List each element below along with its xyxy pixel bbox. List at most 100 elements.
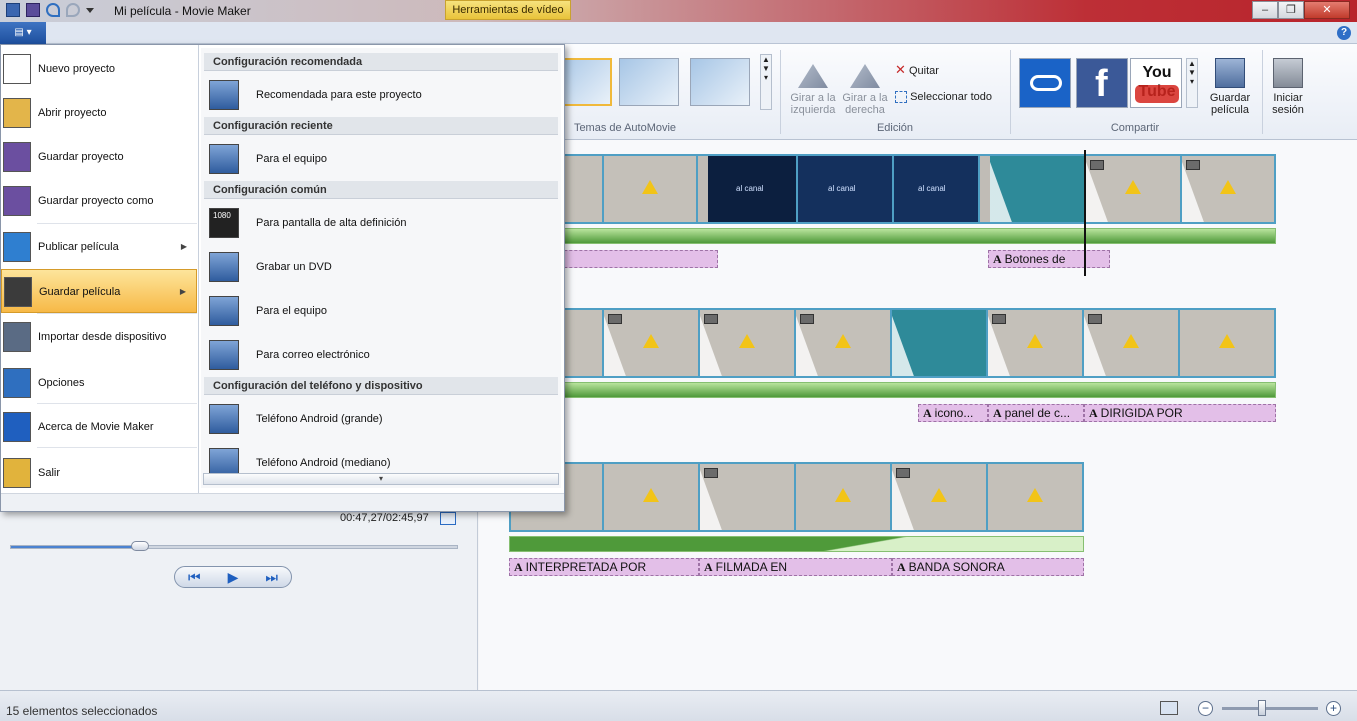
file-menu-item-guardar-proyecto[interactable]: Guardar proyecto xyxy=(1,135,197,179)
film-clip-frame[interactable]: al canal xyxy=(798,156,894,222)
file-menu-item-salir[interactable]: Salir xyxy=(1,451,197,495)
clip-frame[interactable] xyxy=(700,310,796,376)
submenu-item-label: Teléfono Android (mediano) xyxy=(256,457,391,469)
submenu-item-grabar-un-dvd[interactable]: Grabar un DVD xyxy=(201,245,561,289)
audio-track-row-1[interactable] xyxy=(509,228,1276,244)
film-clip-frame[interactable]: al canal xyxy=(894,156,980,222)
rotate-right-button[interactable]: Girar a la derecha xyxy=(840,58,890,116)
youtube-share-button[interactable]: You Tube xyxy=(1130,58,1182,108)
zoom-slider-thumb[interactable] xyxy=(1258,700,1267,716)
select-all-button[interactable]: Seleccionar todo xyxy=(895,91,992,104)
clip-frame[interactable] xyxy=(796,310,892,376)
automovie-theme-3[interactable] xyxy=(690,58,750,106)
submenu-item-para-el-equipo[interactable]: Para el equipo xyxy=(201,137,561,181)
file-menu-item-guardar-proyecto-como[interactable]: Guardar proyecto como xyxy=(1,179,197,223)
submenu-scroll-button[interactable]: ▾ xyxy=(203,473,559,485)
clip-frame[interactable] xyxy=(1086,156,1182,222)
transition-clip-frame[interactable] xyxy=(892,310,988,376)
menu-separator xyxy=(37,223,197,224)
playhead[interactable] xyxy=(1084,150,1086,276)
previous-frame-button[interactable]: ⏮ xyxy=(175,567,214,587)
submenu-item-para-el-equipo[interactable]: Para el equipo xyxy=(201,289,561,333)
submenu-arrow-icon: ▶ xyxy=(180,242,187,251)
clip-frame[interactable] xyxy=(988,310,1084,376)
audio-track-row-3[interactable] xyxy=(509,536,1084,552)
app-menu-icon[interactable] xyxy=(6,3,20,17)
storyboard-view-icon[interactable] xyxy=(1160,701,1178,715)
maximize-button[interactable]: ❐ xyxy=(1278,1,1304,19)
zoom-slider[interactable] xyxy=(1222,700,1318,716)
clip-frame[interactable] xyxy=(796,464,892,530)
fullscreen-icon[interactable] xyxy=(440,512,456,525)
caption-row-3[interactable]: A INTERPRETADA POR xyxy=(509,558,699,576)
submenu-item-para-correo-electr-nico[interactable]: Para correo electrónico xyxy=(201,333,561,377)
remove-button[interactable]: ✕ Quitar xyxy=(895,62,939,78)
save-movie-ribbon-button[interactable]: Guardar película xyxy=(1204,58,1256,116)
submenu-item-para-pantalla-de-alta-definici-n[interactable]: 1080 Para pantalla de alta definición xyxy=(201,201,561,245)
transition-shape xyxy=(990,156,1020,222)
zoom-in-button[interactable]: + xyxy=(1326,701,1341,716)
close-button[interactable]: ✕ xyxy=(1304,1,1350,19)
caption-icon: A xyxy=(1089,406,1098,420)
caption-row-1[interactable]: A Botones de xyxy=(988,250,1110,268)
file-menu-item-abrir-proyecto[interactable]: Abrir proyecto xyxy=(1,91,197,135)
share-gallery-scroll[interactable]: ▲ ▼ ▾ xyxy=(1186,58,1198,108)
seek-bar[interactable] xyxy=(10,541,458,551)
title-bar: Mi película - Movie Maker Herramientas d… xyxy=(0,0,1357,22)
audio-track-row-2[interactable] xyxy=(509,382,1276,398)
clip-frame[interactable] xyxy=(1182,156,1274,222)
film-clip-frame[interactable]: al canal xyxy=(708,156,798,222)
file-menu-item-guardar-pel-cula[interactable]: Guardar película ▶ xyxy=(1,269,197,313)
submenu-item-recomendada-para-este-proyecto[interactable]: Recomendada para este proyecto xyxy=(201,73,561,117)
rotate-right-label: Girar a la derecha xyxy=(842,92,888,116)
caption-row-2[interactable]: Apanel de c... xyxy=(988,404,1084,422)
seek-thumb[interactable] xyxy=(131,541,150,551)
caption-row-3[interactable]: A BANDA SONORA xyxy=(892,558,1084,576)
file-menu-button[interactable]: ▤ ▾ xyxy=(0,22,46,44)
seek-bar-fill xyxy=(11,546,141,548)
clip-frame[interactable] xyxy=(604,156,698,222)
file-menu-item-label: Guardar proyecto xyxy=(38,151,124,163)
file-menu-item-opciones[interactable]: Opciones xyxy=(1,361,197,405)
clip-strip-row-1[interactable]: al canal al canal al canal xyxy=(509,154,1276,224)
next-frame-button[interactable]: ⏭ xyxy=(252,567,291,587)
onedrive-share-button[interactable] xyxy=(1019,58,1071,108)
clip-frame[interactable] xyxy=(988,464,1082,530)
file-menu-item-importar-desde-dispositivo[interactable]: Importar desde dispositivo xyxy=(1,315,197,359)
save-as-icon xyxy=(3,186,31,216)
customize-qat-icon[interactable] xyxy=(86,8,94,13)
file-menu-item-nuevo-proyecto[interactable]: Nuevo proyecto xyxy=(1,47,197,91)
clip-strip-row-2[interactable] xyxy=(509,308,1276,378)
themes-gallery-scroll[interactable]: ▲ ▼ ▾ xyxy=(760,54,772,110)
facebook-share-button[interactable]: f xyxy=(1076,58,1128,108)
caption-row-2[interactable]: A DIRIGIDA POR xyxy=(1084,404,1276,422)
redo-icon[interactable] xyxy=(66,3,80,17)
file-menu-item-publicar-pel-cula[interactable]: Publicar película ▶ xyxy=(1,225,197,269)
submenu-item-tel-fono-android-grande-[interactable]: Teléfono Android (grande) xyxy=(201,397,561,441)
play-button[interactable]: ▶ xyxy=(214,567,253,587)
clip-frame[interactable] xyxy=(1084,310,1180,376)
zoom-out-button[interactable]: − xyxy=(1198,701,1213,716)
transition-shape xyxy=(700,310,730,376)
transition-clip-frame[interactable] xyxy=(990,156,1086,222)
caption-row-3[interactable]: A FILMADA EN xyxy=(699,558,892,576)
clip-strip-row-3[interactable] xyxy=(509,462,1084,532)
sign-in-button[interactable]: Iniciar sesión xyxy=(1266,58,1310,116)
clip-frame[interactable] xyxy=(892,464,988,530)
save-icon[interactable] xyxy=(26,3,40,17)
clip-frame[interactable] xyxy=(700,464,796,530)
help-icon[interactable]: ? xyxy=(1337,26,1351,40)
clip-frame[interactable] xyxy=(604,464,700,530)
clip-frame[interactable] xyxy=(1180,310,1274,376)
undo-icon[interactable] xyxy=(46,3,60,17)
clip-frame[interactable] xyxy=(604,310,700,376)
file-menu-item-acerca-de-movie-maker[interactable]: Acerca de Movie Maker xyxy=(1,405,197,449)
video-tools-contextual-tab[interactable]: Herramientas de vídeo xyxy=(445,0,571,20)
caption-row-2[interactable]: Aicono... xyxy=(918,404,988,422)
minimize-button[interactable]: – xyxy=(1252,1,1278,19)
file-menu-item-label: Publicar película xyxy=(38,241,119,253)
warning-icon xyxy=(835,488,851,502)
rotate-left-button[interactable]: Girar a la izquierda xyxy=(786,58,840,116)
automovie-theme-2[interactable] xyxy=(619,58,679,106)
warning-icon xyxy=(643,488,659,502)
